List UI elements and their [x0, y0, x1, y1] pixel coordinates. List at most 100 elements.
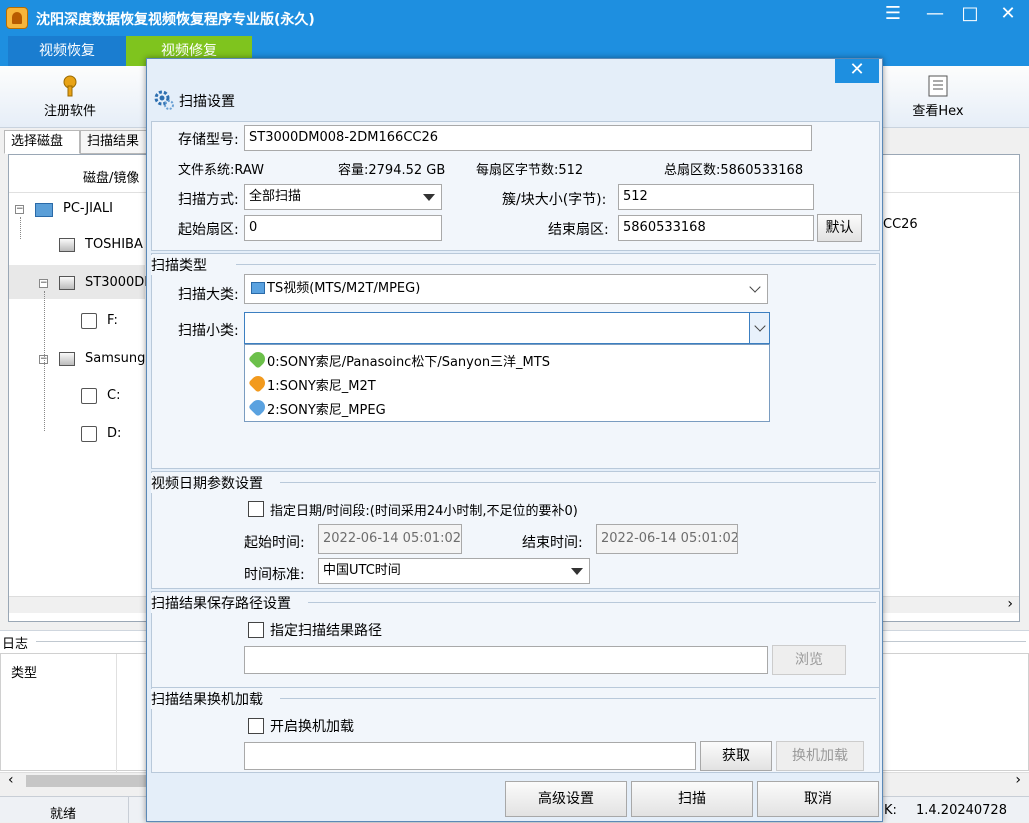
start-time-label: 起始时间: [244, 535, 305, 551]
minor-dropdown-button[interactable] [749, 313, 769, 343]
computer-icon [35, 203, 53, 217]
time-standard-label: 时间标准: [244, 567, 305, 583]
key-icon [58, 74, 82, 98]
storage-model-field[interactable]: ST3000DM008-2DM166CC26 [244, 125, 812, 151]
maximize-button[interactable]: □ [952, 0, 988, 30]
menu-icon[interactable]: ☰ [875, 0, 911, 30]
partition-checkbox[interactable] [81, 313, 97, 329]
hex-icon [926, 74, 950, 98]
time-standard-select[interactable]: 中国UTC时间 [318, 558, 590, 584]
start-sector-field[interactable]: 0 [244, 215, 442, 241]
green-tag-icon [248, 349, 268, 369]
collapse-icon[interactable]: − [15, 205, 24, 214]
disk-icon [59, 352, 75, 366]
minor-option-1[interactable]: 1:SONY索尼_M2T [245, 372, 769, 396]
swap-load-button[interactable]: 换机加载 [776, 741, 864, 771]
browse-button[interactable]: 浏览 [772, 645, 846, 675]
swap-load-checkbox[interactable] [248, 718, 264, 734]
device-info-group: 存储型号: ST3000DM008-2DM166CC26 文件系统:RAW 容量… [151, 121, 880, 251]
start-time-field[interactable]: 2022-06-14 05:01:02 [318, 524, 462, 554]
register-label: 注册软件 [43, 104, 96, 119]
scan-mode-value: 全部扫描 [249, 189, 302, 204]
register-button[interactable]: 注册软件 [30, 70, 110, 124]
minimize-button[interactable]: — [917, 0, 953, 30]
scan-mode-select[interactable]: 全部扫描 [244, 184, 442, 210]
partition-checkbox[interactable] [81, 388, 97, 404]
option-label: 0:SONY索尼/Panasoinc松下/Sanyon三洋_MTS [267, 355, 550, 370]
swap-load-group-label: 扫描结果换机加载 [151, 689, 269, 709]
save-path-checkbox[interactable] [248, 622, 264, 638]
collapse-icon[interactable]: − [39, 279, 48, 288]
date-filter-checkbox[interactable] [248, 501, 264, 517]
cancel-button[interactable]: 取消 [757, 781, 879, 817]
status-text: 就绪 [50, 807, 77, 822]
scan-mode-label: 扫描方式: [178, 192, 239, 208]
minor-option-2[interactable]: 2:SONY索尼_MPEG [245, 396, 769, 420]
dialog-close-button[interactable]: ✕ [835, 59, 879, 83]
tab-scan-results[interactable]: 扫描结果 [80, 130, 152, 154]
default-button[interactable]: 默认 [817, 214, 862, 242]
close-button[interactable]: ✕ [990, 0, 1026, 30]
video-icon [251, 282, 265, 294]
scan-button[interactable]: 扫描 [631, 781, 753, 817]
tree-item-label: PC-JIALI [63, 201, 113, 216]
disk-icon [59, 276, 75, 290]
orange-tag-icon [248, 373, 268, 393]
tree-item-label: F: [107, 313, 118, 328]
minor-option-0[interactable]: 0:SONY索尼/Panasoinc松下/Sanyon三洋_MTS [245, 348, 769, 372]
minor-category-label: 扫描小类: [178, 323, 239, 339]
save-path-group-label: 扫描结果保存路径设置 [151, 593, 297, 613]
bytes-per-sector-text: 每扇区字节数:512 [476, 163, 584, 178]
fetch-button[interactable]: 获取 [700, 741, 772, 771]
scan-type-group-label: 扫描类型 [151, 255, 213, 275]
cluster-size-label: 簇/块大小(字节): [502, 192, 607, 208]
scan-settings-dialog: ✕ 扫描设置 存储型号: ST3000DM008-2DM166CC26 文件系统… [146, 58, 883, 822]
save-path-field[interactable] [244, 646, 768, 674]
capacity-text: 容量:2794.52 GB [338, 163, 446, 178]
tree-header-label: 磁盘/镜像 [83, 171, 140, 186]
version-value: 1.4.20240728 [916, 803, 1007, 818]
end-sector-field[interactable]: 5860533168 [618, 215, 814, 241]
blue-tag-icon [248, 397, 268, 417]
minor-category-select[interactable] [244, 312, 770, 344]
tree-item-label: ST3000DM [85, 275, 156, 290]
view-hex-button[interactable]: 查看Hex [898, 70, 978, 124]
end-time-field[interactable]: 2022-06-14 05:01:02 [596, 524, 738, 554]
partition-checkbox[interactable] [81, 426, 97, 442]
major-category-label: 扫描大类: [178, 287, 239, 303]
chevron-down-icon [749, 281, 761, 293]
major-category-value: TS视频(MTS/M2T/MPEG) [267, 281, 421, 296]
end-time-label: 结束时间: [522, 535, 583, 551]
tab-select-disk[interactable]: 选择磁盘 [4, 130, 80, 154]
window-title: 沈阳深度数据恢复视频恢复程序专业版(永久) [36, 12, 315, 28]
swap-load-group: 扫描结果换机加载 开启换机加载 获取 换机加载 [151, 687, 880, 773]
end-sector-label: 结束扇区: [548, 222, 609, 238]
scan-type-group: 扫描类型 扫描大类: TS视频(MTS/M2T/MPEG) 扫描小类: 0:SO… [151, 253, 880, 469]
disk-model-partial: CC26 [883, 217, 918, 232]
disk-icon [59, 238, 75, 252]
video-date-group: 视频日期参数设置 指定日期/时间段:(时间采用24小时制,不足位的要补0) 起始… [151, 471, 880, 589]
option-label: 1:SONY索尼_M2T [267, 379, 376, 394]
date-filter-label: 指定日期/时间段:(时间采用24小时制,不足位的要补0) [270, 504, 578, 519]
fs-label: 文件系统:RAW [178, 163, 264, 178]
log-title: 日志 [2, 637, 29, 652]
tree-item-label: TOSHIBA I [85, 237, 151, 252]
video-date-group-label: 视频日期参数设置 [151, 473, 269, 493]
scroll-thumb[interactable] [26, 775, 146, 787]
tree-item-label: C: [107, 388, 121, 403]
chevron-down-icon [754, 320, 766, 332]
scroll-left-icon[interactable]: ‹ [8, 772, 14, 788]
app-logo-icon [6, 7, 28, 29]
minor-category-dropdown: 0:SONY索尼/Panasoinc松下/Sanyon三洋_MTS 1:SONY… [244, 344, 770, 422]
dialog-title-text: 扫描设置 [179, 94, 235, 110]
major-category-select[interactable]: TS视频(MTS/M2T/MPEG) [244, 274, 768, 304]
dropdown-arrow-icon [423, 194, 435, 201]
swap-load-field[interactable] [244, 742, 696, 770]
tab-video-recovery[interactable]: 视频恢复 [8, 36, 126, 66]
scroll-right-icon[interactable]: › [1015, 772, 1021, 788]
title-bar: 沈阳深度数据恢复视频恢复程序专业版(永久) ☰ — □ ✕ [0, 0, 1029, 36]
version-label: K: [884, 803, 897, 818]
advanced-settings-button[interactable]: 高级设置 [505, 781, 627, 817]
scroll-right-icon[interactable]: › [1007, 596, 1013, 612]
cluster-size-field[interactable]: 512 [618, 184, 814, 210]
